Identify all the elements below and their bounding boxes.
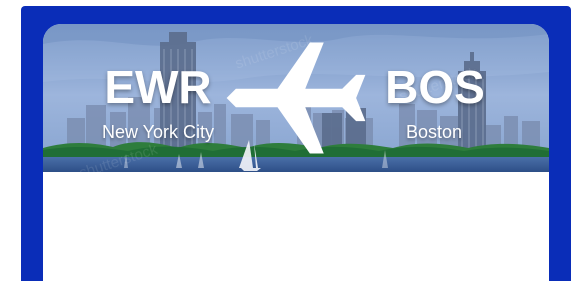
flight-card: shutterstock shutterstock shutterstock E… [43, 24, 549, 281]
card-content-area [43, 172, 549, 281]
city-skyline-header: shutterstock shutterstock shutterstock E… [43, 24, 549, 172]
route-display: EWR New York City BOS Boston [43, 24, 549, 172]
destination-airport-code: BOS [385, 61, 485, 113]
app-frame: shutterstock shutterstock shutterstock E… [21, 6, 571, 281]
destination-city: Boston [405, 122, 463, 142]
